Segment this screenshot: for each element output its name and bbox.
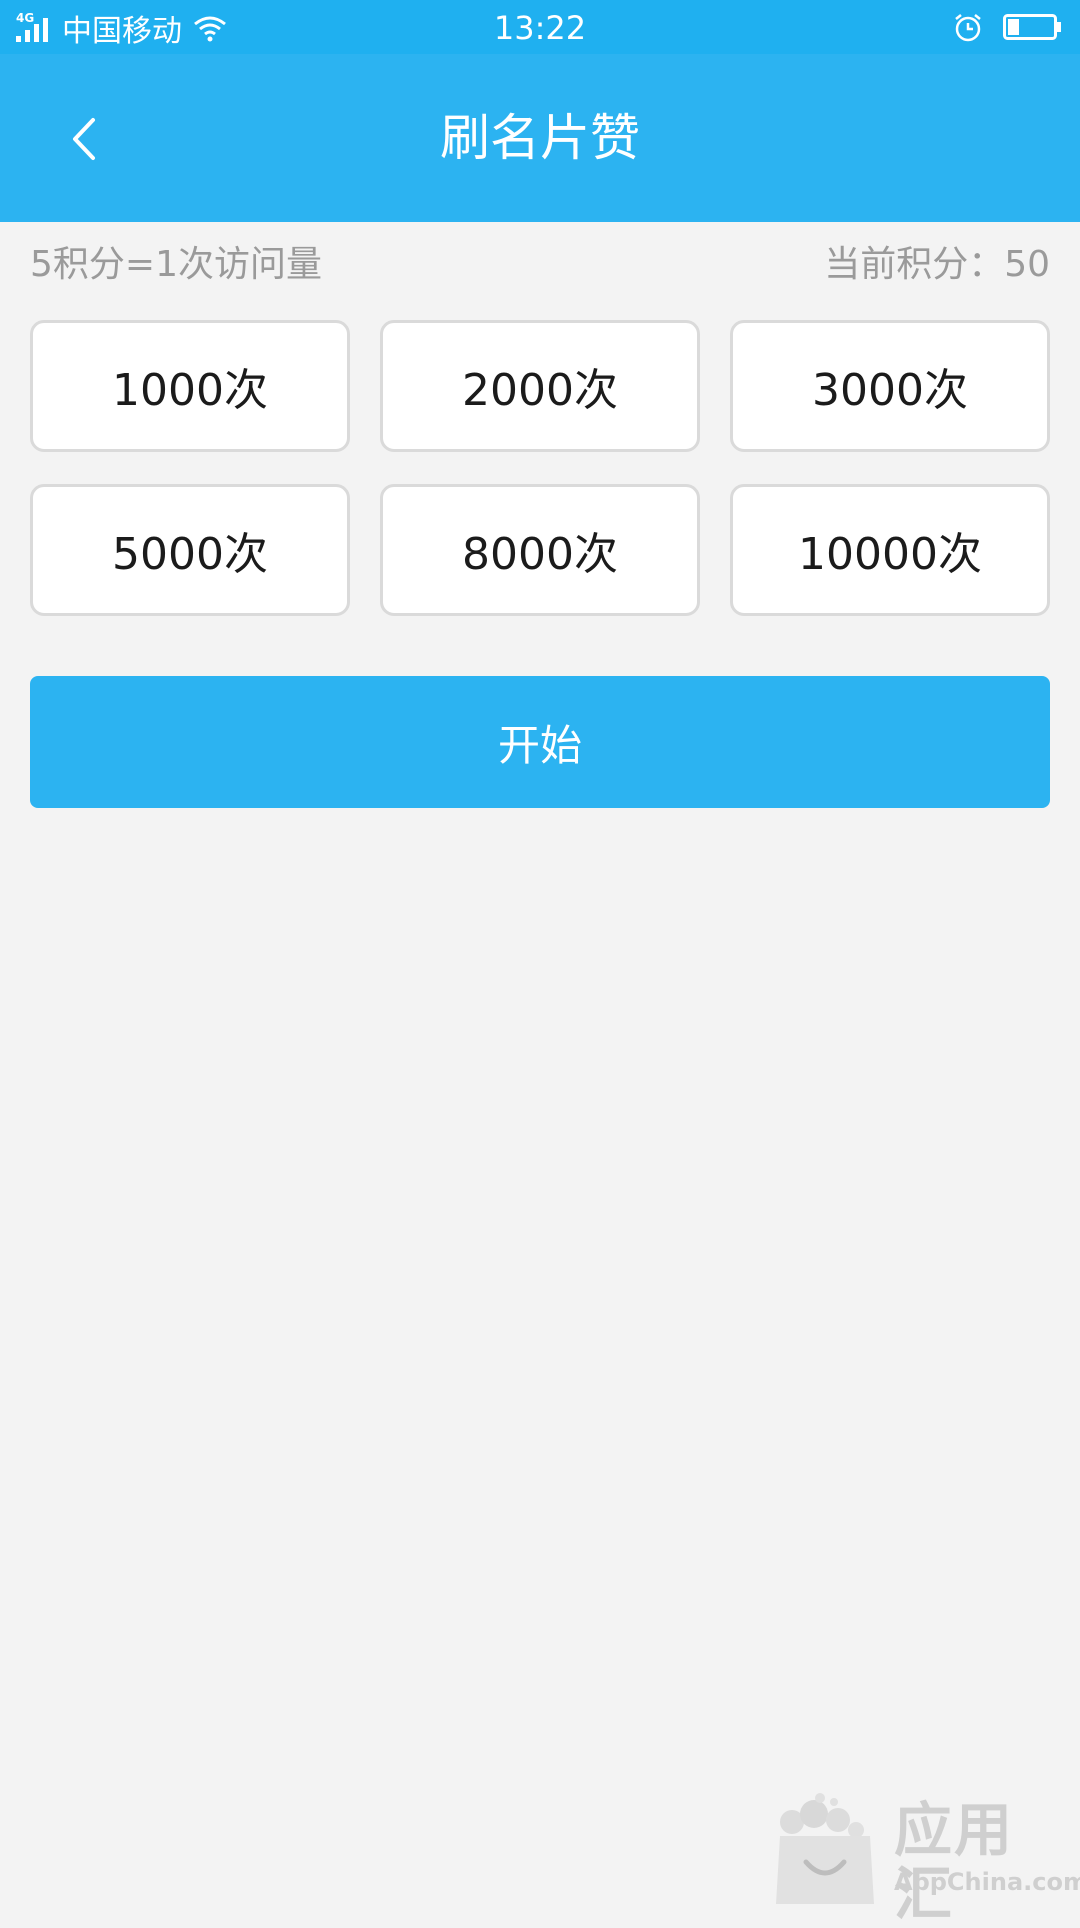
status-bar: 4G 中国移动 13:22 — [0, 0, 1080, 54]
option-2000-button[interactable]: 2000次 — [380, 320, 700, 452]
option-8000-button[interactable]: 8000次 — [380, 484, 700, 616]
option-grid: 1000次 2000次 3000次 5000次 8000次 10000次 — [30, 320, 1050, 616]
option-1000-button[interactable]: 1000次 — [30, 320, 350, 452]
option-5000-button[interactable]: 5000次 — [30, 484, 350, 616]
page-title: 刷名片赞 — [440, 109, 640, 167]
battery-icon — [1003, 14, 1061, 40]
shopping-bag-logo-icon — [776, 1793, 874, 1904]
watermark-domain: AppChina.com — [894, 1868, 1080, 1896]
option-3000-button[interactable]: 3000次 — [730, 320, 1050, 452]
start-button[interactable]: 开始 — [30, 676, 1050, 808]
app-bar: 刷名片赞 — [0, 54, 1080, 222]
option-10000-button[interactable]: 10000次 — [730, 484, 1050, 616]
watermark: 应用汇 AppChina.com — [770, 1792, 1080, 1926]
status-clock: 13:22 — [493, 9, 587, 47]
watermark-name: 应用汇 — [894, 1796, 1015, 1928]
rate-text: 5积分=1次访问量 — [30, 244, 322, 285]
info-row: 5积分=1次访问量 当前积分：50 — [30, 238, 1050, 292]
alarm-icon — [955, 14, 981, 42]
current-points: 当前积分：50 — [824, 244, 1050, 285]
